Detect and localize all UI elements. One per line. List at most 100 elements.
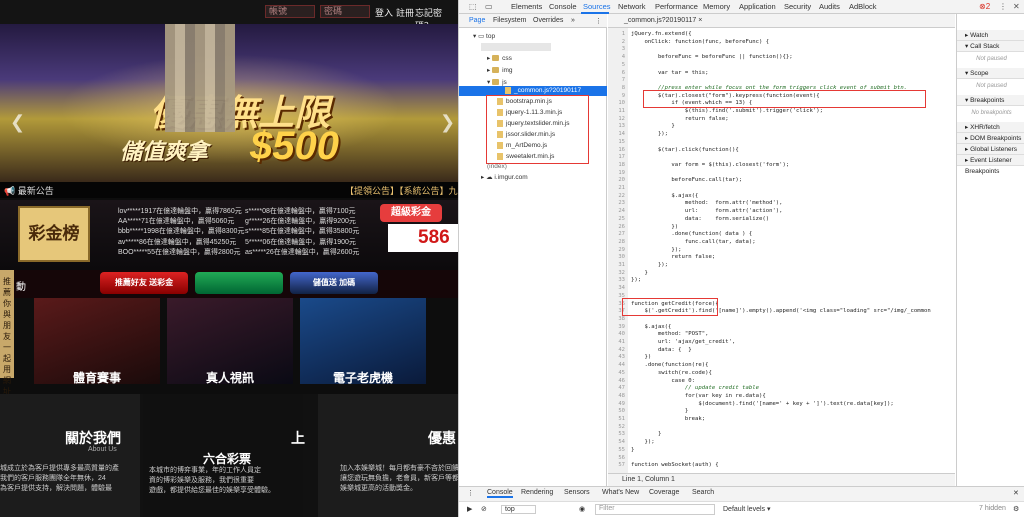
drawer-close-icon[interactable]: ✕ (1013, 489, 1019, 497)
drawer-tab-console[interactable]: Console (487, 489, 513, 498)
drawer-tab-coverage[interactable]: Coverage (649, 489, 679, 496)
line-number[interactable]: 57 (608, 462, 625, 468)
line-number[interactable]: 44 (608, 362, 625, 368)
code-line[interactable]: return false; (631, 254, 715, 260)
tab-elements[interactable]: Elements (511, 2, 542, 11)
line-number[interactable]: 21 (608, 185, 625, 191)
code-line[interactable]: }); (631, 277, 641, 283)
drawer-menu-icon[interactable]: ⋮ (467, 489, 474, 497)
line-number[interactable]: 25 (608, 216, 625, 222)
editor-tab[interactable]: _common.js?20190117 × (624, 17, 702, 24)
code-line[interactable]: $(document).find('[name=' + key + ']').t… (631, 401, 893, 407)
code-line[interactable]: }); (631, 131, 668, 137)
line-number[interactable]: 16 (608, 147, 625, 153)
code-line[interactable]: for(var key in re.data){ (631, 393, 766, 399)
line-number[interactable]: 45 (608, 370, 625, 376)
line-number[interactable]: 11 (608, 108, 625, 114)
code-line[interactable]: var form = $(this).closest('form'); (631, 162, 789, 168)
tree-file-index[interactable]: (index) (487, 163, 507, 170)
line-number[interactable]: 41 (608, 339, 625, 345)
line-number[interactable]: 23 (608, 200, 625, 206)
line-number[interactable]: 19 (608, 170, 625, 176)
line-number[interactable]: 34 (608, 285, 625, 291)
code-line[interactable]: } (631, 123, 674, 129)
sidebar-toggle-icon[interactable]: ▶ (467, 505, 472, 513)
code-line[interactable]: beforeFunc.call(tar); (631, 177, 742, 183)
code-line[interactable]: .done(function(re){ (631, 362, 708, 368)
line-number[interactable]: 18 (608, 162, 625, 168)
chevron-right-icon[interactable]: ❯ (440, 112, 455, 133)
gear-icon[interactable]: ⚙ (1013, 505, 1019, 513)
code-line[interactable]: }); (631, 247, 681, 253)
line-number[interactable]: 40 (608, 331, 625, 337)
promo-button-middle[interactable] (195, 272, 283, 294)
code-line[interactable]: .done(function( data ) { (631, 231, 752, 237)
side-referral-tab[interactable]: 推薦你與朋友一起用網址 (0, 270, 14, 396)
line-number[interactable]: 31 (608, 262, 625, 268)
nav-tab-filesystem[interactable]: Filesystem (493, 17, 526, 24)
code-line[interactable]: $.ajax({ (631, 324, 671, 330)
tab-audits[interactable]: Audits (819, 2, 840, 11)
line-number[interactable]: 17 (608, 154, 625, 160)
line-number[interactable]: 4 (608, 54, 625, 60)
line-number[interactable]: 29 (608, 247, 625, 253)
tab-network[interactable]: Network (618, 2, 646, 11)
line-number[interactable]: 8 (608, 85, 625, 91)
line-number[interactable]: 30 (608, 254, 625, 260)
line-number[interactable]: 5 (608, 62, 625, 68)
code-line[interactable]: method: "POST", (631, 331, 709, 337)
line-number[interactable]: 14 (608, 131, 625, 137)
line-number[interactable]: 33 (608, 277, 625, 283)
line-number[interactable]: 48 (608, 393, 625, 399)
line-number[interactable]: 54 (608, 439, 625, 445)
tab-sources[interactable]: Sources (583, 2, 611, 11)
code-line[interactable]: data: form.serialize() (631, 216, 769, 222)
code-line[interactable]: // update credit table (631, 385, 759, 391)
card-live-casino[interactable]: 真人視訊 (167, 298, 293, 385)
drawer-tab-search[interactable]: Search (692, 489, 714, 496)
code-line[interactable]: func.call(tar, data); (631, 239, 756, 245)
debug-section-callstack[interactable]: ▾ Call Stack (957, 41, 1024, 52)
code-line[interactable]: $(tar).click(function(){ (631, 147, 739, 153)
tree-folder-img[interactable]: ▸ img (487, 66, 513, 74)
line-number[interactable]: 38 (608, 316, 625, 322)
code-line[interactable]: }); (631, 262, 668, 268)
line-number[interactable]: 43 (608, 354, 625, 360)
code-line[interactable]: function webSocket(auth) { (631, 462, 719, 468)
inspect-icon[interactable]: ⬚ (469, 2, 477, 11)
menu-icon[interactable]: ⋮ (595, 17, 602, 25)
code-line[interactable]: } (631, 408, 688, 414)
line-number[interactable]: 6 (608, 70, 625, 76)
line-number[interactable]: 39 (608, 324, 625, 330)
code-editor[interactable]: _common.js?20190117 × 1 2 3 4 5 6 7 8 9 10 11 12 13 1… (608, 14, 955, 486)
debug-section-dom[interactable]: ▸ DOM Breakpoints (957, 133, 1024, 144)
tree-node-host-blurred[interactable] (481, 43, 551, 51)
console-filter-input[interactable]: Filter (595, 504, 715, 515)
tab-adblock[interactable]: AdBlock (849, 2, 877, 11)
line-number[interactable]: 51 (608, 416, 625, 422)
drawer-tab-whats-new[interactable]: What's New (602, 489, 639, 496)
line-number[interactable]: 42 (608, 347, 625, 353)
code-line[interactable]: } (631, 431, 661, 437)
promo-button-refer[interactable]: 推薦好友 送彩金 (100, 272, 188, 294)
line-number[interactable]: 26 (608, 224, 625, 230)
code-line[interactable]: case 0: (631, 378, 695, 384)
line-number[interactable]: 20 (608, 177, 625, 183)
line-number[interactable]: 27 (608, 231, 625, 237)
code-line[interactable]: } (631, 270, 647, 276)
register-link[interactable]: 註冊 (396, 6, 414, 19)
tab-performance[interactable]: Performance (655, 2, 698, 11)
code-line[interactable]: url: 'ajax/get_credit', (631, 339, 735, 345)
line-number[interactable]: 2 (608, 39, 625, 45)
notice-marquee[interactable]: 【提領公告】【系統公告】九 (345, 184, 458, 197)
line-number[interactable]: 10 (608, 100, 625, 106)
debug-section-event-listener[interactable]: ▸ Event Listener Breakpoints (957, 155, 1024, 175)
eye-icon[interactable]: ◉ (579, 505, 585, 513)
tree-node-imgur[interactable]: ▸ ☁ i.imgur.com (481, 173, 528, 181)
line-number[interactable]: 3 (608, 46, 625, 52)
debug-section-global[interactable]: ▸ Global Listeners (957, 144, 1024, 155)
device-toggle-icon[interactable]: ▭ (485, 2, 493, 11)
line-number[interactable]: 55 (608, 447, 625, 453)
line-number[interactable]: 32 (608, 270, 625, 276)
close-icon[interactable]: ✕ (1013, 2, 1020, 11)
